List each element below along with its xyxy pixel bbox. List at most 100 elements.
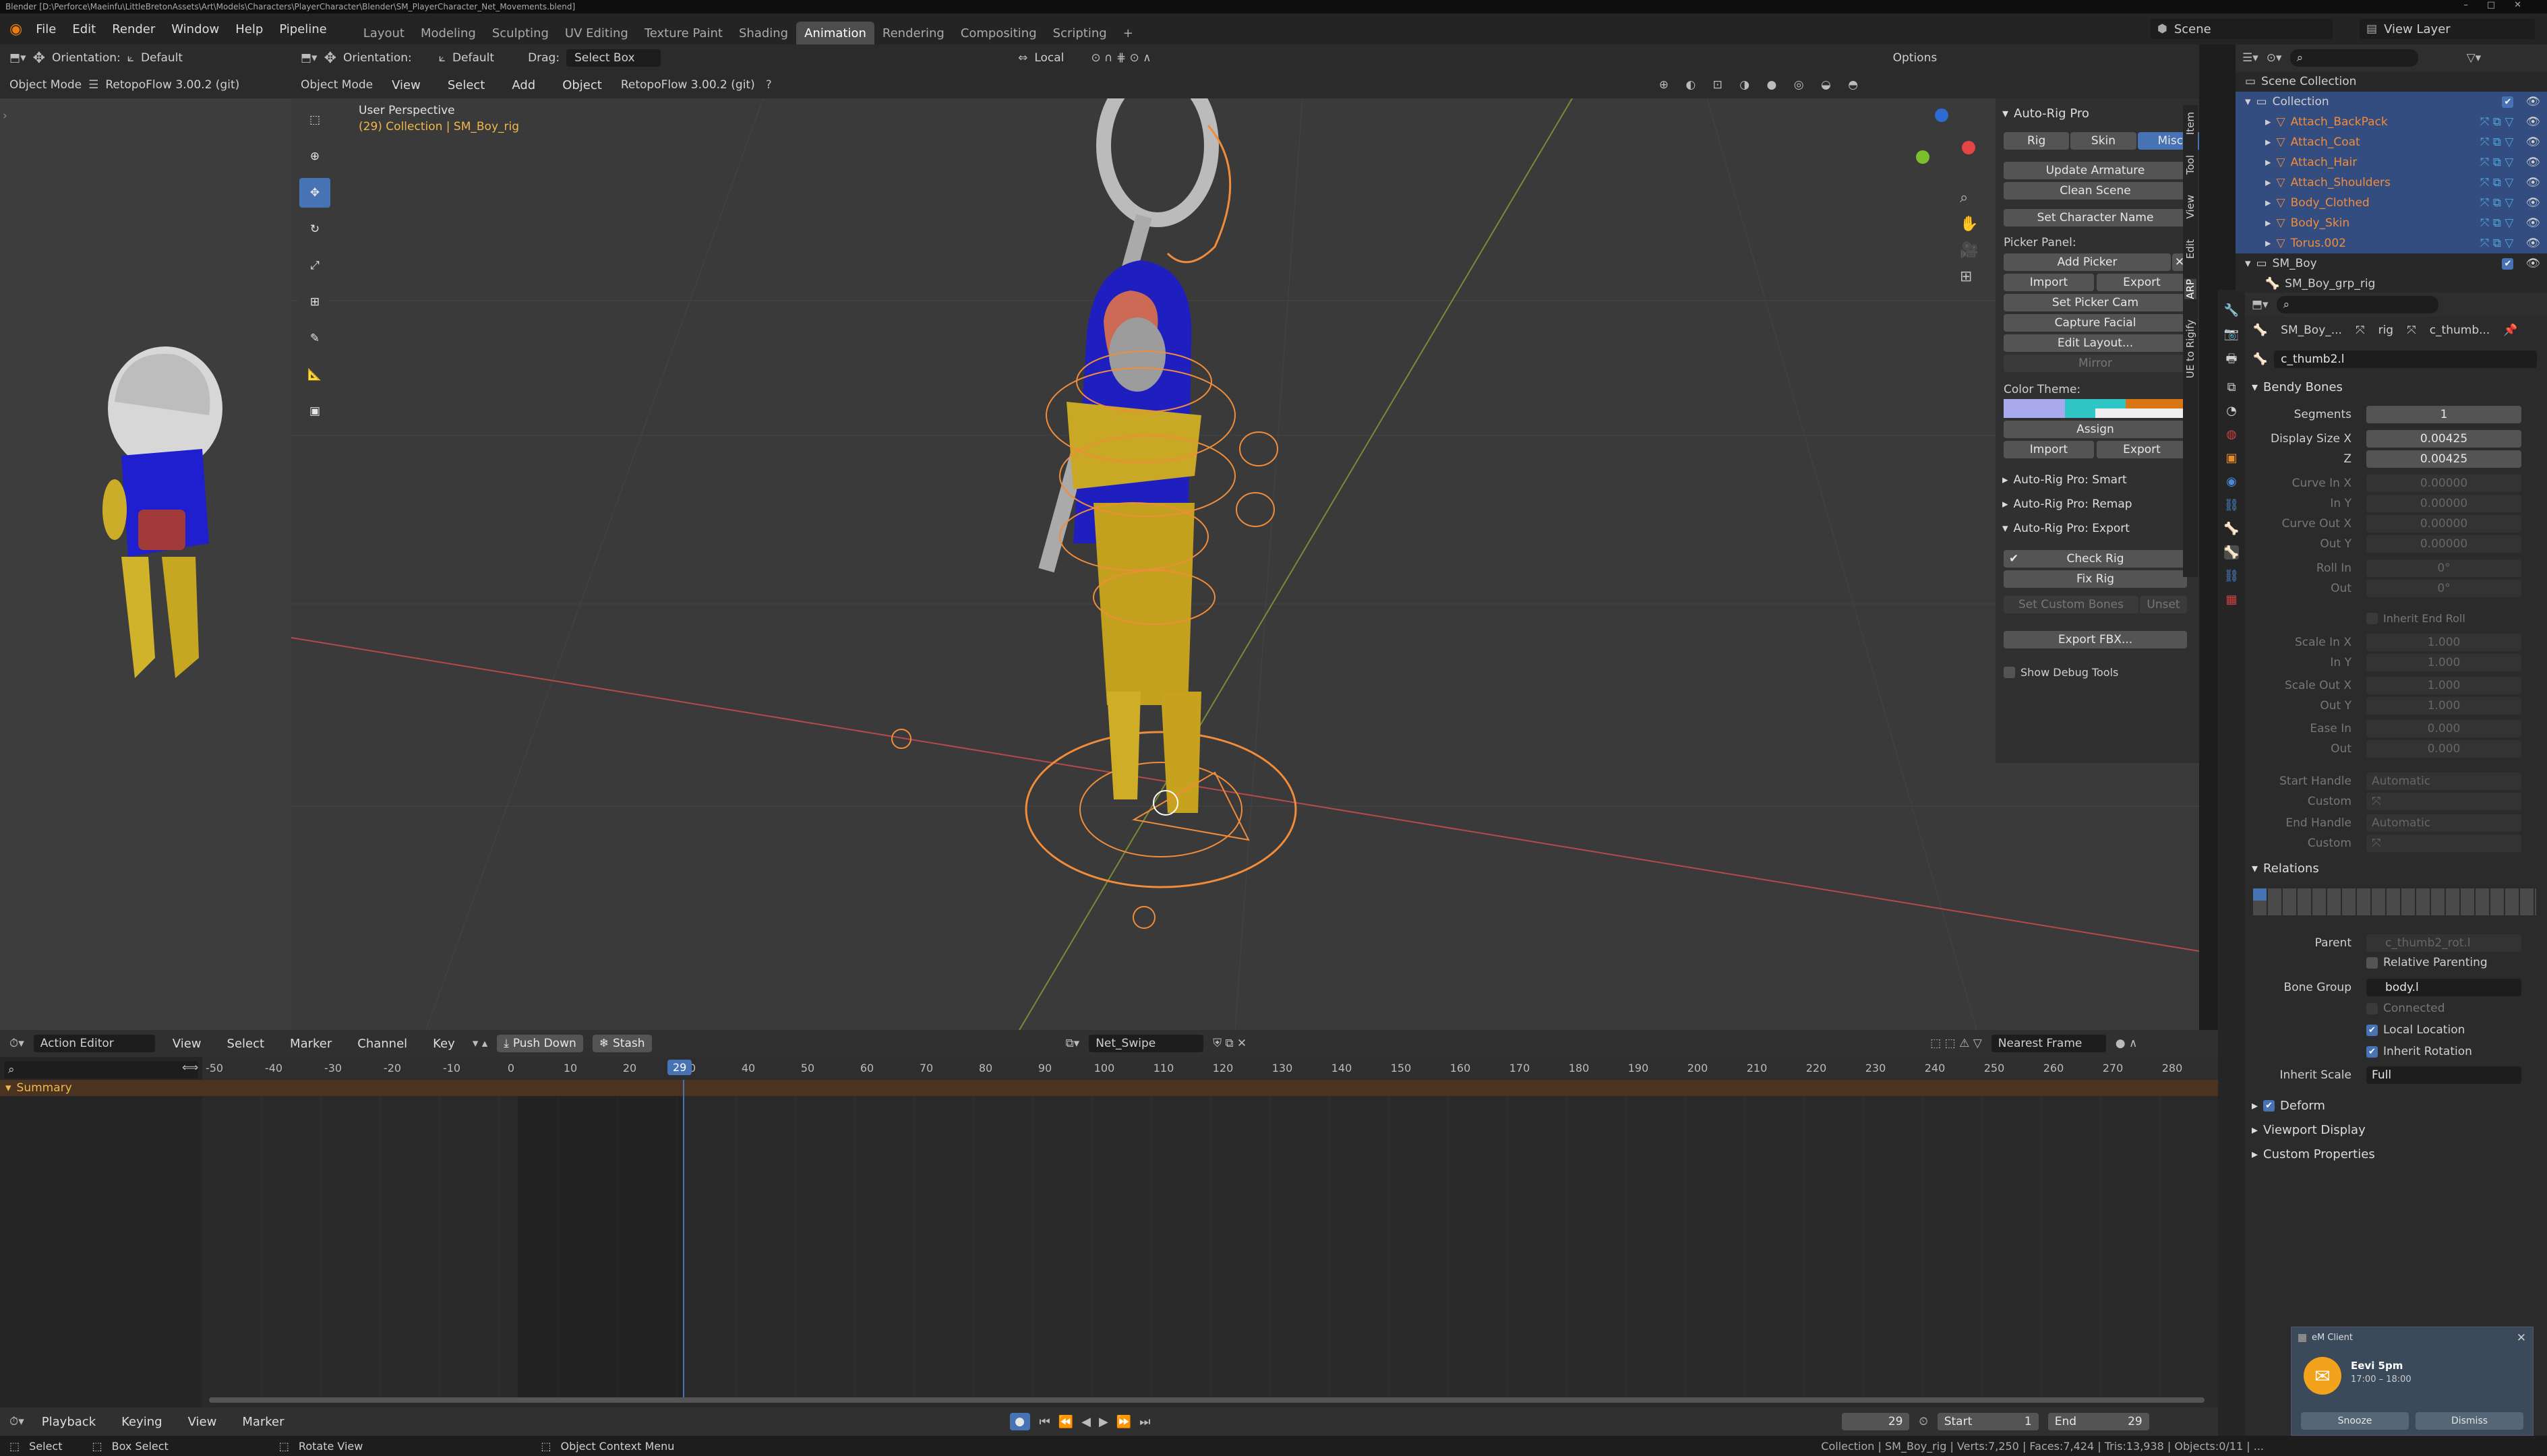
tree-sm-boy-rig[interactable]: 🦴 SM_Boy_grp_rig <box>2236 274 2547 294</box>
tree-object-item[interactable]: ▸ ▽ Attach_BackPack ⤧ ⧉ ▽ 👁 <box>2236 112 2547 132</box>
scale-row-value[interactable]: 0.000 <box>2366 740 2521 758</box>
theme-swatch-1[interactable] <box>2004 399 2065 418</box>
active-layer-cell[interactable] <box>2253 888 2267 901</box>
capture-facial-button[interactable]: Capture Facial <box>2004 314 2187 332</box>
menu-keying[interactable]: Keying <box>113 1415 170 1429</box>
current-frame-field[interactable]: 29 <box>1842 1413 1910 1430</box>
editor-type-icon[interactable]: ⏱▾ <box>9 1415 24 1428</box>
menu-marker[interactable]: Marker <box>282 1037 340 1051</box>
menu-view[interactable]: View <box>180 1415 225 1429</box>
cursor-tool-icon[interactable]: ⊕ <box>299 142 330 171</box>
frame-ruler[interactable]: ⟺ -50-40-30-20-1001020304050607080901001… <box>182 1057 2218 1080</box>
scale-row-value[interactable]: 0.000 <box>2366 720 2521 737</box>
camera-icon[interactable]: 🎥 <box>1960 242 1978 259</box>
editor-type-icon[interactable]: ⬒▾ <box>9 51 26 65</box>
move-tool-icon[interactable]: ✥ <box>299 178 330 208</box>
tab-animation[interactable]: Animation <box>796 22 874 44</box>
relative-parenting-toggle[interactable]: Relative Parenting <box>2366 956 2488 969</box>
eye-icon[interactable]: 👁 <box>2525 237 2540 250</box>
inherit-rotation-checkbox[interactable]: ✔ <box>2366 1045 2378 1058</box>
retopoflow-menu[interactable]: RetopoFlow 3.00.2 (git) <box>105 78 239 92</box>
theme-import-button[interactable]: Import <box>2004 441 2094 458</box>
eye-icon[interactable]: 👁 <box>2525 115 2540 129</box>
help-icon[interactable]: ? <box>766 78 772 92</box>
unset-button[interactable]: Unset <box>2140 596 2187 613</box>
channel-search[interactable]: ⌕ <box>4 1061 198 1079</box>
only-selected-icons[interactable]: ⬚ ⬚ ⚠ ▽ <box>1930 1037 1982 1050</box>
retopoflow-menu[interactable]: RetopoFlow 3.00.2 (git) <box>621 78 755 92</box>
tab-skin[interactable]: Skin <box>2070 132 2136 150</box>
menu-view[interactable]: View <box>384 78 429 92</box>
orientation-value[interactable]: Default <box>141 51 183 65</box>
tree-object-item[interactable]: ▸ ▽ Torus.002 ⤧ ⧉ ▽ 👁 <box>2236 233 2547 253</box>
relative-parenting-checkbox[interactable] <box>2366 957 2378 969</box>
email-notification[interactable]: eM Client ✕ ✉ Eevi 5pm 17:00 – 18:00 Sno… <box>2291 1327 2534 1436</box>
deform-checkbox[interactable]: ✔ <box>2263 1100 2275 1112</box>
measure-tool-icon[interactable]: 📐 <box>299 360 330 390</box>
set-custom-bones-button[interactable]: Set Custom Bones <box>2004 596 2138 613</box>
theme-export-button[interactable]: Export <box>2097 441 2187 458</box>
scrub-bar-icon[interactable]: ⟺ <box>182 1061 198 1074</box>
menu-file[interactable]: File <box>28 22 64 36</box>
object-mode-dropdown[interactable]: Object Mode <box>9 78 82 92</box>
start-custom-field[interactable]: ⤧ <box>2366 793 2521 810</box>
bendy-row-value[interactable]: 0.00000 <box>2366 515 2521 533</box>
tab-shading[interactable]: Shading <box>731 22 796 44</box>
bone-group-field[interactable]: body.l <box>2366 979 2521 996</box>
snap-dropdown[interactable]: Nearest Frame <box>1991 1035 2106 1052</box>
menu-edit[interactable]: Edit <box>64 22 104 36</box>
menu-object[interactable]: Object <box>554 78 610 92</box>
connected-toggle[interactable]: Connected <box>2366 1002 2445 1015</box>
inherit-end-roll-checkbox[interactable] <box>2366 613 2378 624</box>
output-props-icon[interactable]: 🖶 <box>2226 351 2238 371</box>
bendy-row-value[interactable]: 0.00000 <box>2366 495 2521 512</box>
tree-object-item[interactable]: ▸ ▽ Attach_Shoulders ⤧ ⧉ ▽ 👁 <box>2236 173 2547 193</box>
tab-modeling[interactable]: Modeling <box>413 22 484 44</box>
bone-layers-grid[interactable] <box>2253 888 2536 915</box>
channel-summary-row[interactable]: ▾ Summary <box>0 1080 2218 1096</box>
parent-field[interactable]: c_thumb2_rot.l <box>2366 934 2521 952</box>
editor-type-icon[interactable]: ⬒▾ <box>2252 298 2269 311</box>
editor-type-icon[interactable]: ⬒▾ <box>301 51 318 65</box>
tab-compositing[interactable]: Compositing <box>953 22 1045 44</box>
object-props-icon[interactable]: ▣ <box>2225 451 2237 465</box>
picker-export-button[interactable]: Export <box>2097 274 2187 291</box>
inherit-scale-dropdown[interactable]: Full <box>2366 1066 2521 1084</box>
theme-swatch-light[interactable] <box>2095 408 2187 418</box>
options-dropdown[interactable]: Options <box>1893 51 1938 65</box>
data-props-icon[interactable]: 🦴 <box>2224 522 2239 536</box>
bone-constraint-icon[interactable]: ⛓ <box>2224 569 2240 583</box>
add-cube-tool-icon[interactable]: ▣ <box>299 396 330 426</box>
bendy-bones-panel[interactable]: ▾ Bendy Bones <box>2252 380 2343 394</box>
grid-icon[interactable]: ⊞ <box>1960 268 1978 285</box>
menu-key[interactable]: Key <box>425 1037 463 1051</box>
pivot-dropdown[interactable]: Local <box>1034 51 1064 65</box>
eye-icon[interactable]: 👁 <box>2525 257 2540 270</box>
tab-layout[interactable]: Layout <box>355 22 413 44</box>
select-tool-icon[interactable]: ⬚ <box>299 105 330 135</box>
picker-import-button[interactable]: Import <box>2004 274 2094 291</box>
viewport-display-panel[interactable]: ▸ Viewport Display <box>2252 1123 2366 1137</box>
bendy-row-value[interactable]: 0.00425 <box>2366 430 2521 448</box>
end-frame-field[interactable]: End 29 <box>2047 1413 2149 1430</box>
end-custom-field[interactable]: ⤧ <box>2366 835 2521 852</box>
start-frame-field[interactable]: Start 1 <box>1937 1413 2039 1430</box>
viewport-overlay-icons[interactable]: ⊕ ◐ ⊡ ◑ ● ◎ ◒ ◓ <box>1659 78 1865 92</box>
menu-add[interactable]: Add <box>504 78 543 92</box>
local-location-checkbox[interactable]: ✔ <box>2366 1024 2378 1036</box>
tab-item[interactable]: Item <box>2184 112 2196 135</box>
menu-marker[interactable]: Marker <box>234 1415 292 1429</box>
debug-checkbox[interactable] <box>2004 667 2015 678</box>
close-icon[interactable]: ✕ <box>2517 1331 2526 1345</box>
bendy-row-value[interactable]: 0° <box>2366 580 2521 597</box>
custom-properties-panel[interactable]: ▸ Custom Properties <box>2252 1147 2375 1161</box>
start-handle-dropdown[interactable]: Automatic <box>2366 772 2521 790</box>
relations-panel[interactable]: ▾ Relations <box>2252 861 2319 876</box>
tab-view[interactable]: View <box>2184 195 2196 219</box>
playback-controls[interactable]: ⏮⏪◀▶⏩⏭ <box>1040 1415 1159 1429</box>
inherit-end-roll-toggle[interactable]: Inherit End Roll <box>2366 612 2465 625</box>
texture-props-icon[interactable]: ▦ <box>2225 593 2237 607</box>
edit-layout-button[interactable]: Edit Layout... <box>2004 334 2187 352</box>
mode-dropdown[interactable]: Action Editor <box>33 1035 155 1052</box>
tree-object-item[interactable]: ▸ ▽ Body_Clothed ⤧ ⧉ ▽ 👁 <box>2236 193 2547 213</box>
